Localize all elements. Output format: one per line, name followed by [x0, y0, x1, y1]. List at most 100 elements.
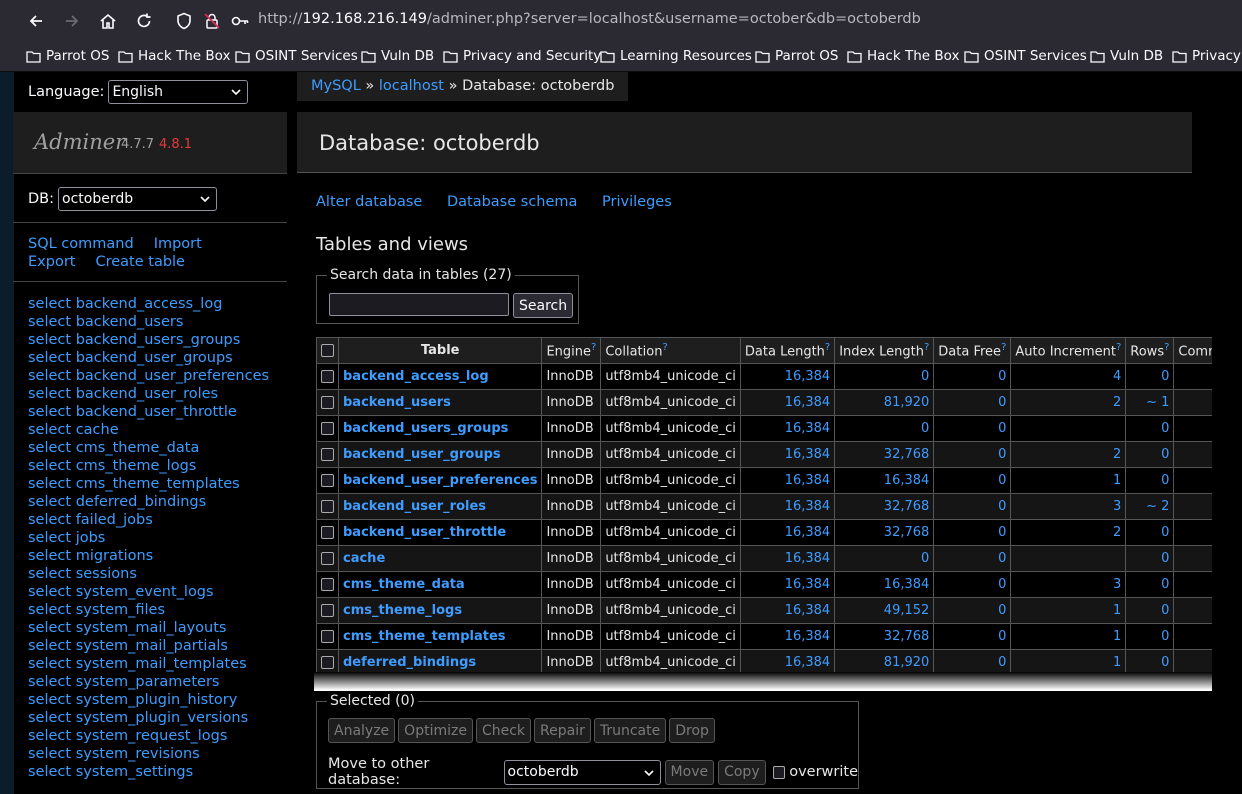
select-all-checkbox[interactable]: [321, 344, 334, 357]
sidebar-table-link[interactable]: select cms_theme_data: [28, 439, 269, 457]
sidebar-table-link[interactable]: select backend_user_roles: [28, 385, 269, 403]
cell-index-length[interactable]: 0: [834, 545, 935, 572]
table-name-link[interactable]: backend_user_preferences: [343, 473, 537, 488]
cell-rows[interactable]: 0: [1125, 571, 1175, 598]
cell-rows[interactable]: ~ 1: [1125, 389, 1175, 416]
cell-auto-increment[interactable]: 3: [1010, 493, 1127, 520]
cell-data-free[interactable]: 0: [933, 545, 1012, 572]
cell-data-length[interactable]: 16,384: [739, 441, 836, 468]
sidebar-table-link[interactable]: select system_plugin_history: [28, 691, 269, 709]
row-checkbox[interactable]: [321, 500, 334, 513]
row-checkbox[interactable]: [321, 604, 334, 617]
table-name-link[interactable]: cms_theme_data: [343, 577, 465, 592]
cell-data-free[interactable]: 0: [933, 389, 1012, 416]
row-checkbox[interactable]: [321, 396, 334, 409]
table-name-link[interactable]: backend_users: [343, 395, 451, 410]
cell-rows[interactable]: 0: [1125, 415, 1175, 442]
target-db-select[interactable]: octoberdb: [503, 759, 661, 785]
sidebar-table-link[interactable]: select jobs: [28, 529, 269, 547]
optimize-button[interactable]: Optimize: [398, 718, 473, 743]
tracking-protection-button[interactable]: [172, 9, 196, 33]
bookmark-folder[interactable]: Parrot OS: [755, 48, 838, 64]
back-button[interactable]: [24, 9, 48, 33]
sidebar-table-link[interactable]: select system_mail_templates: [28, 655, 269, 673]
sidebar-table-link[interactable]: select system_request_logs: [28, 727, 269, 745]
home-button[interactable]: [96, 9, 120, 33]
cell-index-length[interactable]: 81,920: [834, 389, 935, 416]
bookmark-folder[interactable]: Privacy a: [1172, 48, 1242, 64]
sidebar-table-link[interactable]: select cache: [28, 421, 269, 439]
cell-data-length[interactable]: 16,384: [739, 467, 836, 494]
database-schema-link[interactable]: Database schema: [447, 194, 577, 210]
cell-data-free[interactable]: 0: [933, 597, 1012, 624]
cell-rows[interactable]: 0: [1125, 441, 1175, 468]
help-link[interactable]: ?: [1164, 342, 1169, 353]
help-link[interactable]: ?: [591, 342, 596, 353]
cell-index-length[interactable]: 32,768: [834, 441, 935, 468]
cell-index-length[interactable]: 32,768: [834, 493, 935, 520]
bookmark-folder[interactable]: Hack The Box: [118, 48, 230, 64]
export-link[interactable]: Export: [28, 254, 75, 270]
table-name-link[interactable]: backend_user_groups: [343, 447, 501, 462]
row-checkbox[interactable]: [321, 448, 334, 461]
sidebar-table-link[interactable]: select system_files: [28, 601, 269, 619]
reload-button[interactable]: [132, 9, 156, 33]
row-checkbox[interactable]: [321, 578, 334, 591]
table-name-link[interactable]: backend_users_groups: [343, 421, 508, 436]
cell-data-length[interactable]: 16,384: [739, 389, 836, 416]
forward-button[interactable]: [60, 9, 84, 33]
cell-data-length[interactable]: 16,384: [739, 571, 836, 598]
sidebar-table-link[interactable]: select deferred_bindings: [28, 493, 269, 511]
copy-button[interactable]: Copy: [718, 759, 766, 785]
sidebar-table-link[interactable]: select backend_users_groups: [28, 331, 269, 349]
cell-data-free[interactable]: 0: [933, 415, 1012, 442]
cell-index-length[interactable]: 32,768: [834, 519, 935, 546]
breadcrumb-mysql[interactable]: MySQL: [311, 78, 361, 94]
breadcrumb-localhost[interactable]: localhost: [379, 78, 444, 94]
move-button[interactable]: Move: [664, 759, 715, 785]
permissions-button[interactable]: [228, 9, 252, 33]
bookmark-folder[interactable]: Learning Resources: [600, 48, 752, 64]
cell-data-free[interactable]: 0: [933, 441, 1012, 468]
sidebar-table-link[interactable]: select backend_user_groups: [28, 349, 269, 367]
help-link[interactable]: ?: [825, 342, 830, 353]
row-checkbox[interactable]: [321, 422, 334, 435]
table-name-link[interactable]: deferred_bindings: [343, 655, 476, 670]
drop-button[interactable]: Drop: [669, 718, 715, 743]
create-table-link[interactable]: Create table: [95, 254, 185, 270]
cell-data-length[interactable]: 16,384: [739, 493, 836, 520]
help-link[interactable]: ?: [1001, 342, 1006, 353]
cell-index-length[interactable]: 32,768: [834, 623, 935, 650]
table-name-link[interactable]: backend_user_throttle: [343, 525, 506, 540]
cell-rows[interactable]: 0: [1125, 363, 1175, 390]
cell-data-free[interactable]: 0: [933, 571, 1012, 598]
adminer-logo-link[interactable]: Adminer: [34, 130, 125, 154]
cell-data-free[interactable]: 0: [933, 493, 1012, 520]
row-checkbox[interactable]: [321, 656, 334, 669]
cell-auto-increment[interactable]: 2: [1010, 519, 1127, 546]
cell-data-length[interactable]: 16,384: [739, 363, 836, 390]
sidebar-table-link[interactable]: select system_event_logs: [28, 583, 269, 601]
sidebar-table-link[interactable]: select backend_user_throttle: [28, 403, 269, 421]
cell-auto-increment[interactable]: 3: [1010, 571, 1127, 598]
cell-auto-increment[interactable]: [1010, 415, 1127, 442]
sidebar-table-link[interactable]: select system_mail_partials: [28, 637, 269, 655]
bookmark-folder[interactable]: OSINT Services: [235, 48, 358, 64]
sidebar-table-link[interactable]: select sessions: [28, 565, 269, 583]
truncate-button[interactable]: Truncate: [593, 718, 667, 743]
cell-rows[interactable]: ~ 2: [1125, 493, 1175, 520]
cell-data-free[interactable]: 0: [933, 363, 1012, 390]
sidebar-table-link[interactable]: select migrations: [28, 547, 269, 565]
sidebar-table-link[interactable]: select failed_jobs: [28, 511, 269, 529]
cell-auto-increment[interactable]: 1: [1010, 467, 1127, 494]
table-name-link[interactable]: backend_access_log: [343, 369, 489, 384]
cell-data-length[interactable]: 16,384: [739, 545, 836, 572]
privileges-link[interactable]: Privileges: [602, 194, 672, 210]
cell-index-length[interactable]: 16,384: [834, 467, 935, 494]
sidebar-table-link[interactable]: select cms_theme_templates: [28, 475, 269, 493]
cell-index-length[interactable]: 0: [834, 363, 935, 390]
bookmark-folder[interactable]: Vuln DB: [1090, 48, 1163, 64]
cell-auto-increment[interactable]: 2: [1010, 441, 1127, 468]
cell-rows[interactable]: 0: [1125, 467, 1175, 494]
overwrite-checkbox[interactable]: [772, 765, 786, 779]
